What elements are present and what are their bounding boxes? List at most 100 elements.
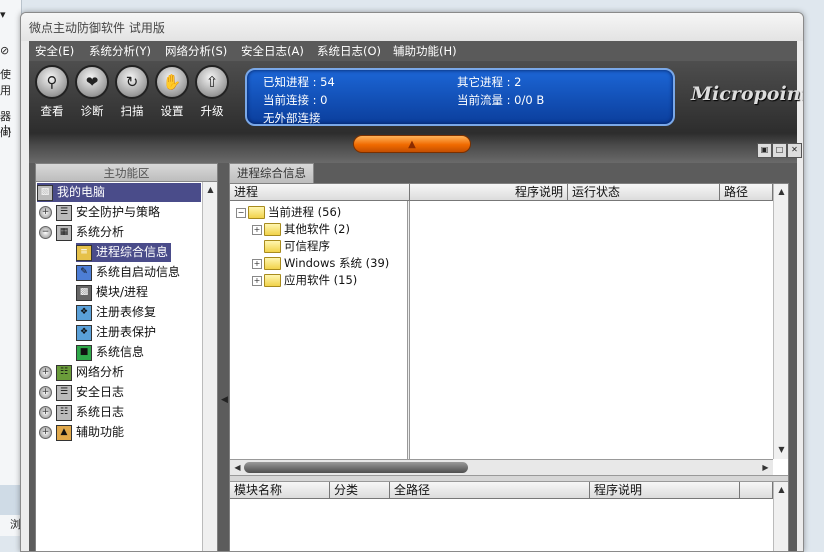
tree-label: 系统自启动信息 bbox=[96, 265, 181, 279]
tree-label: 安全防护与策略 bbox=[76, 205, 161, 219]
tree-item-module-process[interactable]: ▩ 模块/进程 bbox=[76, 283, 148, 302]
column-status[interactable]: 运行状态 bbox=[568, 184, 720, 201]
main-function-pane: 主功能区 ▧ 我的电脑 + ☰ 安全防护与策略 − ▦ 系统分析 ≡ 进程综合信息 ✎ 系统自… bbox=[35, 163, 218, 551]
tree-item-network-analysis[interactable]: + ☷ 网络分析 bbox=[39, 363, 124, 382]
background-window: ▾ ⊘ 使用 器间 小 浏 bbox=[0, 0, 22, 536]
column-module-name[interactable]: 模块名称 bbox=[230, 482, 330, 499]
view-button[interactable]: ⚲ 查看 bbox=[34, 65, 70, 119]
column-full-path[interactable]: 全路径 bbox=[390, 482, 590, 499]
magnifier-icon: ⚲ bbox=[35, 65, 69, 99]
tab-process-info[interactable]: 进程综合信息 bbox=[229, 163, 314, 183]
scroll-right-icon[interactable]: ▶ bbox=[758, 460, 773, 475]
scroll-up-icon[interactable]: ▲ bbox=[203, 182, 218, 197]
left-scrollbar[interactable]: ▲ bbox=[202, 182, 218, 551]
column-path[interactable]: 路径 bbox=[720, 184, 773, 201]
close-icon[interactable]: ✕ bbox=[787, 143, 802, 158]
diagnose-label: 诊断 bbox=[80, 104, 104, 118]
tree-item-process-info[interactable]: ≡ 进程综合信息 bbox=[76, 243, 172, 262]
expand-icon[interactable]: + bbox=[39, 386, 52, 399]
collapse-toolbar-handle[interactable]: ▲ bbox=[353, 135, 471, 153]
tree-item-system-log[interactable]: + ☷ 系统日志 bbox=[39, 403, 124, 422]
column-module-description[interactable]: 程序说明 bbox=[590, 482, 740, 499]
diagnose-button[interactable]: ❤ 诊断 bbox=[74, 65, 110, 119]
tree-node-other-software[interactable]: + 其他软件 (2) bbox=[252, 221, 350, 238]
status-panel: 已知进程 : 54 其它进程 : 2 当前连接 : 0 当前流量 : 0/0 B… bbox=[245, 68, 675, 126]
column-description[interactable]: 程序说明 bbox=[410, 184, 568, 201]
system-icon: ▦ bbox=[56, 224, 72, 241]
expand-icon[interactable]: + bbox=[252, 275, 262, 286]
column-category[interactable]: 分类 bbox=[330, 482, 390, 499]
process-horizontal-scrollbar[interactable]: ◀ ▶ bbox=[230, 459, 773, 475]
expand-icon[interactable]: + bbox=[39, 406, 52, 419]
tree-label: 进程综合信息 bbox=[96, 245, 169, 259]
scroll-down-icon[interactable]: ▼ bbox=[774, 442, 789, 457]
settings-hand-icon: ✋ bbox=[155, 65, 189, 99]
scroll-up-icon[interactable]: ▲ bbox=[774, 482, 789, 497]
pane-divider[interactable] bbox=[230, 475, 788, 482]
column-divider[interactable] bbox=[407, 201, 410, 459]
startup-icon: ✎ bbox=[76, 264, 92, 281]
process-vertical-scrollbar[interactable]: ▲ ▼ bbox=[773, 184, 788, 459]
module-header-row: 模块名称 分类 全路径 程序说明 bbox=[230, 482, 773, 499]
scroll-up-icon[interactable]: ▲ bbox=[774, 184, 789, 199]
bg-text: 使用 bbox=[0, 68, 11, 97]
module-vertical-scrollbar[interactable]: ▲ bbox=[773, 482, 789, 551]
tree-item-tools[interactable]: + ▲ 辅助功能 bbox=[39, 423, 124, 442]
tree-item-security-policy[interactable]: + ☰ 安全防护与策略 bbox=[39, 203, 160, 222]
scan-label: 扫描 bbox=[120, 104, 144, 118]
folder-icon bbox=[264, 257, 281, 270]
tree-label: 安全日志 bbox=[76, 385, 125, 399]
tree-node-label: 可信程序 bbox=[284, 239, 330, 253]
collapse-icon[interactable]: − bbox=[39, 226, 52, 239]
scan-icon: ↻ bbox=[115, 65, 149, 99]
collapse-icon[interactable]: − bbox=[236, 207, 246, 218]
menu-system-log[interactable]: 系统日志(O) bbox=[317, 43, 381, 59]
title-bar[interactable]: 微点主动防御软件 试用版 bbox=[21, 13, 803, 41]
scroll-left-icon[interactable]: ◀ bbox=[230, 460, 245, 475]
settings-label: 设置 bbox=[160, 104, 184, 118]
scroll-thumb[interactable] bbox=[244, 462, 468, 473]
expand-icon[interactable]: + bbox=[39, 426, 52, 439]
scan-button[interactable]: ↻ 扫描 bbox=[114, 65, 150, 119]
menu-security[interactable]: 安全(E) bbox=[35, 43, 74, 59]
tree-node-applications[interactable]: + 应用软件 (15) bbox=[252, 272, 357, 289]
tree-label: 注册表保护 bbox=[96, 325, 157, 339]
expand-icon[interactable]: + bbox=[39, 366, 52, 379]
process-info-icon: ≡ bbox=[76, 244, 92, 261]
process-pane: 进程 程序说明 运行状态 路径 − 当前进程 (56) + 其他软件 (2) 可信程… bbox=[229, 183, 789, 551]
tree-item-registry-protect[interactable]: ❖ 注册表保护 bbox=[76, 323, 156, 342]
menu-tools[interactable]: 辅助功能(H) bbox=[393, 43, 457, 59]
menu-network-analysis[interactable]: 网络分析(S) bbox=[165, 43, 227, 59]
tree-label: 辅助功能 bbox=[76, 425, 125, 439]
expand-icon[interactable]: + bbox=[39, 206, 52, 219]
upgrade-label: 升级 bbox=[200, 104, 224, 118]
column-process[interactable]: 进程 bbox=[230, 184, 410, 201]
settings-button[interactable]: ✋ 设置 bbox=[154, 65, 190, 119]
computer-icon: ▧ bbox=[37, 184, 53, 201]
expand-icon[interactable]: + bbox=[252, 224, 262, 235]
tree-item-startup-info[interactable]: ✎ 系统自启动信息 bbox=[76, 263, 180, 282]
tree-node-windows-system[interactable]: + Windows 系统 (39) bbox=[252, 255, 389, 272]
tree-node-trusted[interactable]: 可信程序 bbox=[264, 238, 330, 255]
tree-item-my-computer[interactable]: ▧ 我的电脑 bbox=[37, 183, 201, 202]
upgrade-button[interactable]: ⇧ 升级 bbox=[194, 65, 230, 119]
pane-splitter[interactable]: ◀ bbox=[221, 163, 229, 551]
tree-node-label: 当前进程 (56) bbox=[268, 205, 342, 219]
restore-icon[interactable]: ▣ bbox=[757, 143, 772, 158]
splitter-arrow-icon[interactable]: ◀ bbox=[221, 395, 228, 405]
tree-label: 系统分析 bbox=[76, 225, 125, 239]
maximize-icon[interactable]: □ bbox=[772, 143, 787, 158]
expand-icon[interactable]: + bbox=[252, 258, 262, 269]
menu-security-log[interactable]: 安全日志(A) bbox=[241, 43, 304, 59]
tools-icon: ▲ bbox=[56, 424, 72, 441]
tree-item-system-info[interactable]: ■ 系统信息 bbox=[76, 343, 144, 362]
upgrade-icon: ⇧ bbox=[195, 65, 229, 99]
tree-label: 我的电脑 bbox=[57, 185, 106, 199]
micropoint-logo: Micropoint bbox=[691, 83, 804, 105]
tree-node-current-processes[interactable]: − 当前进程 (56) bbox=[236, 204, 341, 221]
tree-label: 系统信息 bbox=[96, 345, 145, 359]
menu-system-analysis[interactable]: 系统分析(Y) bbox=[89, 43, 151, 59]
tree-item-security-log[interactable]: + ☰ 安全日志 bbox=[39, 383, 124, 402]
tree-item-registry-repair[interactable]: ❖ 注册表修复 bbox=[76, 303, 156, 322]
tree-item-system-analysis[interactable]: − ▦ 系统分析 bbox=[39, 223, 124, 242]
